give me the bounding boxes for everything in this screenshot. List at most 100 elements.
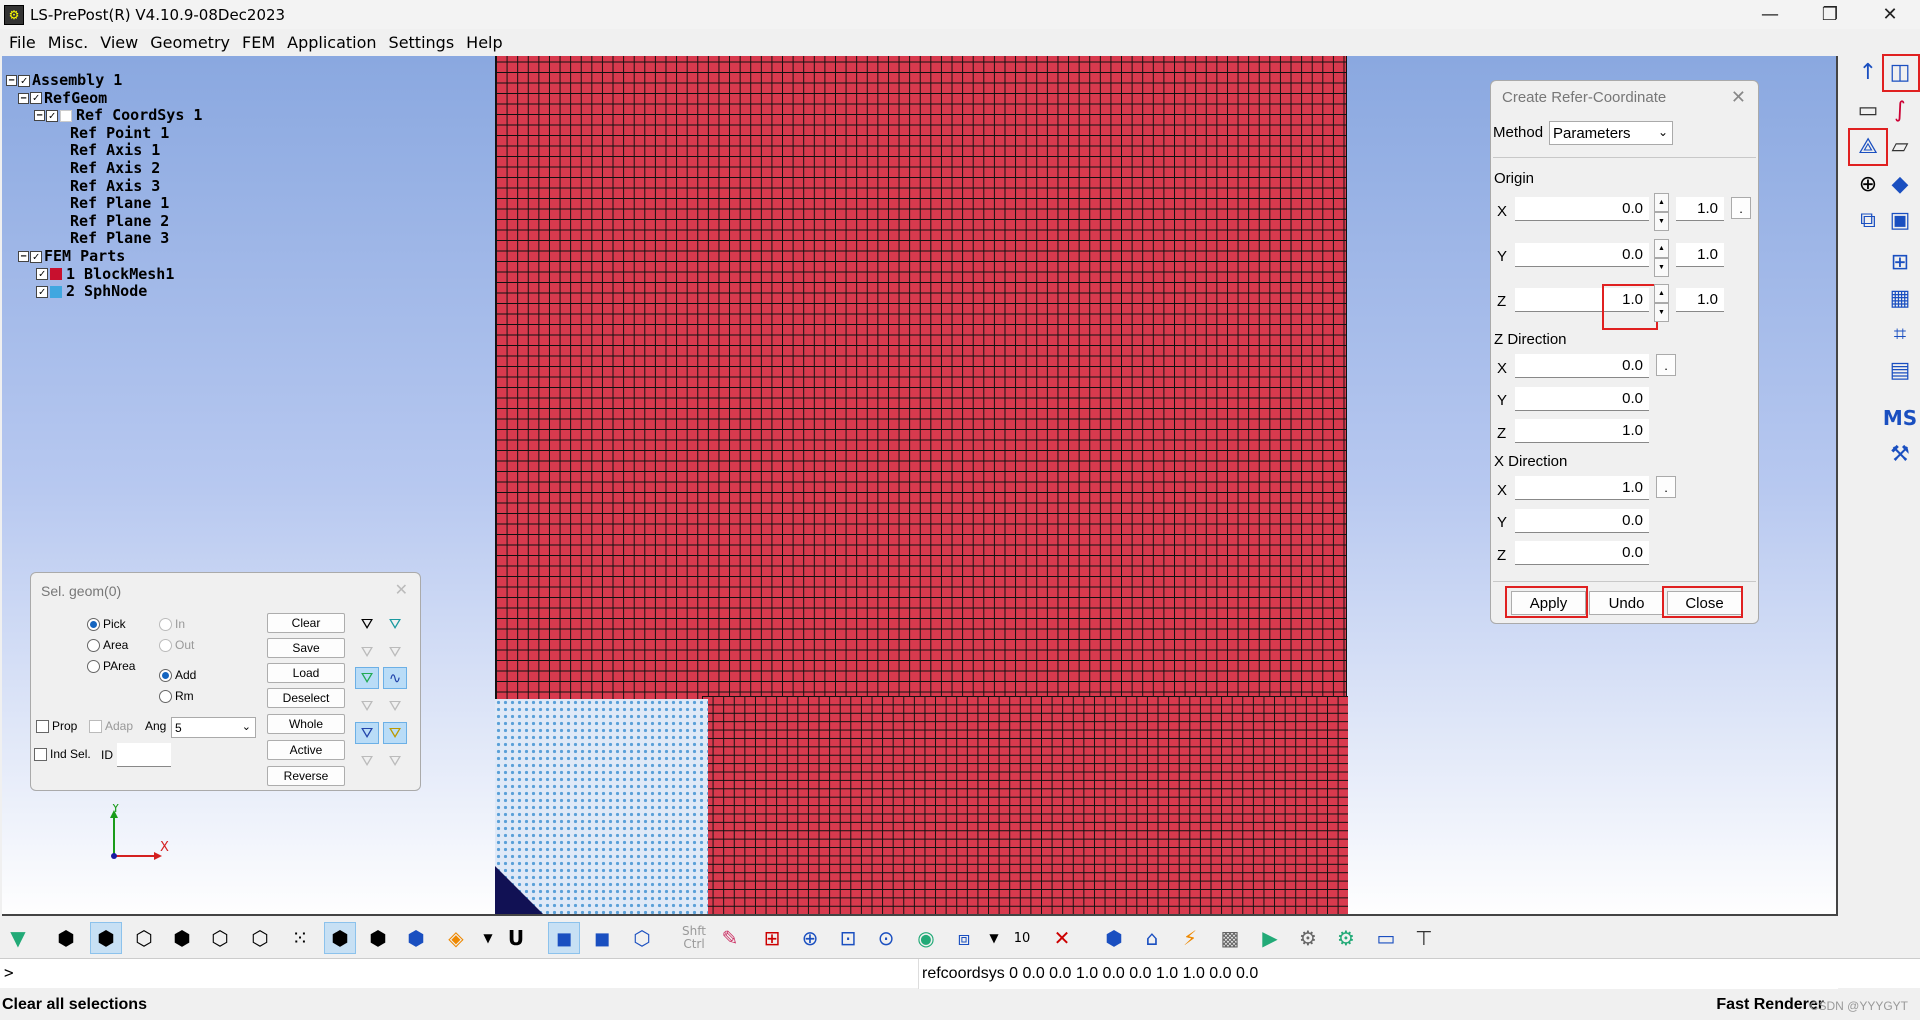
- play-icon[interactable]: ▶: [1254, 922, 1286, 954]
- spin-down-icon[interactable]: ▼: [1654, 212, 1669, 231]
- tree-node-assembly[interactable]: − ✓ Assembly 1: [6, 71, 202, 90]
- menu-help[interactable]: Help: [463, 33, 511, 52]
- deselect-button[interactable]: Deselect: [267, 688, 345, 708]
- checkbox-checked-icon[interactable]: ✓: [36, 268, 48, 281]
- menu-fem[interactable]: FEM: [239, 33, 284, 52]
- tree-node-ref-plane-1[interactable]: Ref Plane 1: [6, 195, 202, 213]
- zoom-in-icon[interactable]: ⊕: [794, 922, 826, 954]
- origin-pick-button[interactable]: .: [1731, 197, 1751, 219]
- radio-rm[interactable]: Rm: [159, 689, 194, 703]
- collapse-icon[interactable]: −: [18, 251, 29, 263]
- spin-up-icon[interactable]: ▲: [1654, 193, 1669, 212]
- filter-icon[interactable]: ⛛: [355, 613, 379, 635]
- restore-button[interactable]: ❐: [1800, 0, 1860, 29]
- contour-icon[interactable]: ◈: [440, 922, 472, 954]
- save-selection-button[interactable]: Save: [267, 638, 345, 658]
- xdir-x-input[interactable]: 1.0: [1515, 476, 1649, 500]
- close-icon[interactable]: ✕: [395, 580, 408, 600]
- element-blue-icon[interactable]: ⬢: [400, 922, 432, 954]
- clear-button[interactable]: Clear: [267, 613, 345, 633]
- filter-curve-icon[interactable]: ∿: [383, 667, 407, 689]
- filter-node-icon[interactable]: ⛛: [355, 722, 379, 744]
- origin-y-input[interactable]: 0.0: [1515, 243, 1649, 267]
- radio-parea[interactable]: PArea: [87, 659, 135, 673]
- close-icon[interactable]: ✕: [1731, 87, 1746, 108]
- checkbox-checked-icon[interactable]: ✓: [18, 74, 30, 87]
- origin-y-step[interactable]: 1.0: [1676, 243, 1724, 267]
- tree-node-fem-parts[interactable]: − ✓ FEM Parts: [6, 247, 202, 266]
- radio-out[interactable]: Out: [159, 638, 194, 652]
- minimize-button[interactable]: —: [1740, 0, 1800, 29]
- menu-misc[interactable]: Misc.: [45, 33, 97, 52]
- spin-up-icon[interactable]: ▲: [1654, 284, 1669, 303]
- solid-cube-icon[interactable]: ◼: [548, 922, 580, 954]
- pen-icon[interactable]: ✎: [714, 922, 746, 954]
- checkbox-checked-icon[interactable]: ✓: [30, 250, 42, 263]
- grid-icon[interactable]: ⌗: [1884, 318, 1916, 350]
- load-selection-button[interactable]: Load: [267, 663, 345, 683]
- tree-node-refgeom[interactable]: − ✓ RefGeom: [6, 89, 202, 108]
- origin-x-spinner[interactable]: ▲ ▼: [1654, 193, 1669, 231]
- origin-y-spinner[interactable]: ▲ ▼: [1654, 239, 1669, 277]
- crosshair-icon[interactable]: ⊕: [1852, 168, 1884, 200]
- rectangle-icon[interactable]: ▭: [1852, 94, 1884, 126]
- settings-gear-icon[interactable]: ⚙: [1292, 922, 1324, 954]
- tree-node-ref-axis-1[interactable]: Ref Axis 1: [6, 142, 202, 160]
- close-window-button[interactable]: ✕: [1860, 0, 1920, 29]
- tree-node-ref-plane-2[interactable]: Ref Plane 2: [6, 212, 202, 231]
- radio-add[interactable]: Add: [159, 668, 196, 682]
- ms-icon[interactable]: MS: [1883, 402, 1917, 434]
- transform-icon[interactable]: ⧉: [1852, 204, 1884, 236]
- cube-icon[interactable]: ⬢: [1098, 922, 1130, 954]
- checkbox-checked-icon[interactable]: ✓: [30, 92, 42, 105]
- u-label[interactable]: U: [500, 922, 532, 954]
- menu-settings[interactable]: Settings: [386, 33, 464, 52]
- menu-application[interactable]: Application: [284, 33, 385, 52]
- mesh-view-icon[interactable]: ⬢: [166, 922, 198, 954]
- zdir-y-input[interactable]: 0.0: [1515, 387, 1649, 411]
- xdir-y-input[interactable]: 0.0: [1515, 509, 1649, 533]
- zdir-x-input[interactable]: 0.0: [1515, 354, 1649, 378]
- outline-icon[interactable]: ⬡: [204, 922, 236, 954]
- model-check-icon[interactable]: ▤: [1884, 354, 1916, 386]
- collapse-icon[interactable]: −: [6, 75, 17, 87]
- tree-node-ref-axis-2[interactable]: Ref Axis 2: [6, 159, 202, 178]
- menu-view[interactable]: View: [97, 33, 147, 52]
- whole-button[interactable]: Whole: [267, 714, 345, 734]
- origin-z-step[interactable]: 1.0: [1676, 288, 1724, 312]
- zdir-pick-button[interactable]: .: [1656, 354, 1676, 376]
- collapse-icon[interactable]: −: [34, 110, 45, 122]
- menu-geometry[interactable]: Geometry: [147, 33, 239, 52]
- zdir-z-input[interactable]: 1.0: [1515, 419, 1649, 443]
- graph-icon[interactable]: ▭: [1370, 922, 1402, 954]
- id-input[interactable]: [117, 743, 171, 767]
- graphics-viewport[interactable]: − ✓ Assembly 1 − ✓ RefGeom − ✓ Ref CoordSys 1 …: [2, 56, 1838, 916]
- plane-icon[interactable]: ▱: [1884, 130, 1916, 162]
- collapse-icon[interactable]: −: [18, 92, 29, 104]
- tree-node-coordsys[interactable]: − ✓ Ref CoordSys 1: [6, 107, 202, 125]
- undo-button[interactable]: Undo: [1589, 591, 1664, 615]
- axis-tool-icon[interactable]: ✕: [1046, 922, 1078, 954]
- checkbox-prop[interactable]: Prop: [36, 719, 77, 733]
- reverse-button[interactable]: Reverse: [267, 766, 345, 786]
- filter-teal-icon[interactable]: ⛛: [383, 613, 407, 635]
- points-icon[interactable]: ⁙: [284, 922, 316, 954]
- origin-x-step[interactable]: 1.0: [1676, 197, 1724, 221]
- menu-file[interactable]: File: [6, 33, 45, 52]
- solid-icon[interactable]: ◆: [1884, 168, 1916, 200]
- settings-green-icon[interactable]: ⚙: [1330, 922, 1362, 954]
- origin-x-input[interactable]: 0.0: [1515, 197, 1649, 221]
- active-button[interactable]: Active: [267, 740, 345, 760]
- mesh-icon[interactable]: ⊞: [1884, 246, 1916, 278]
- element-table-icon[interactable]: ▦: [1884, 282, 1916, 314]
- box-icon[interactable]: ▣: [1884, 204, 1916, 236]
- view-cube-icon[interactable]: ⧈: [948, 922, 980, 954]
- checker-icon[interactable]: ▩: [1214, 922, 1246, 954]
- filter-element-icon[interactable]: ⛛: [383, 722, 407, 744]
- checkbox-adap[interactable]: Adap: [89, 719, 133, 733]
- spin-up-icon[interactable]: ▲: [1654, 239, 1669, 258]
- view-icon[interactable]: ▼: [2, 922, 34, 954]
- cube-frame-icon[interactable]: ⬡: [626, 922, 658, 954]
- element-mesh-icon[interactable]: ⬢: [324, 922, 356, 954]
- radio-pick[interactable]: Pick: [87, 617, 126, 631]
